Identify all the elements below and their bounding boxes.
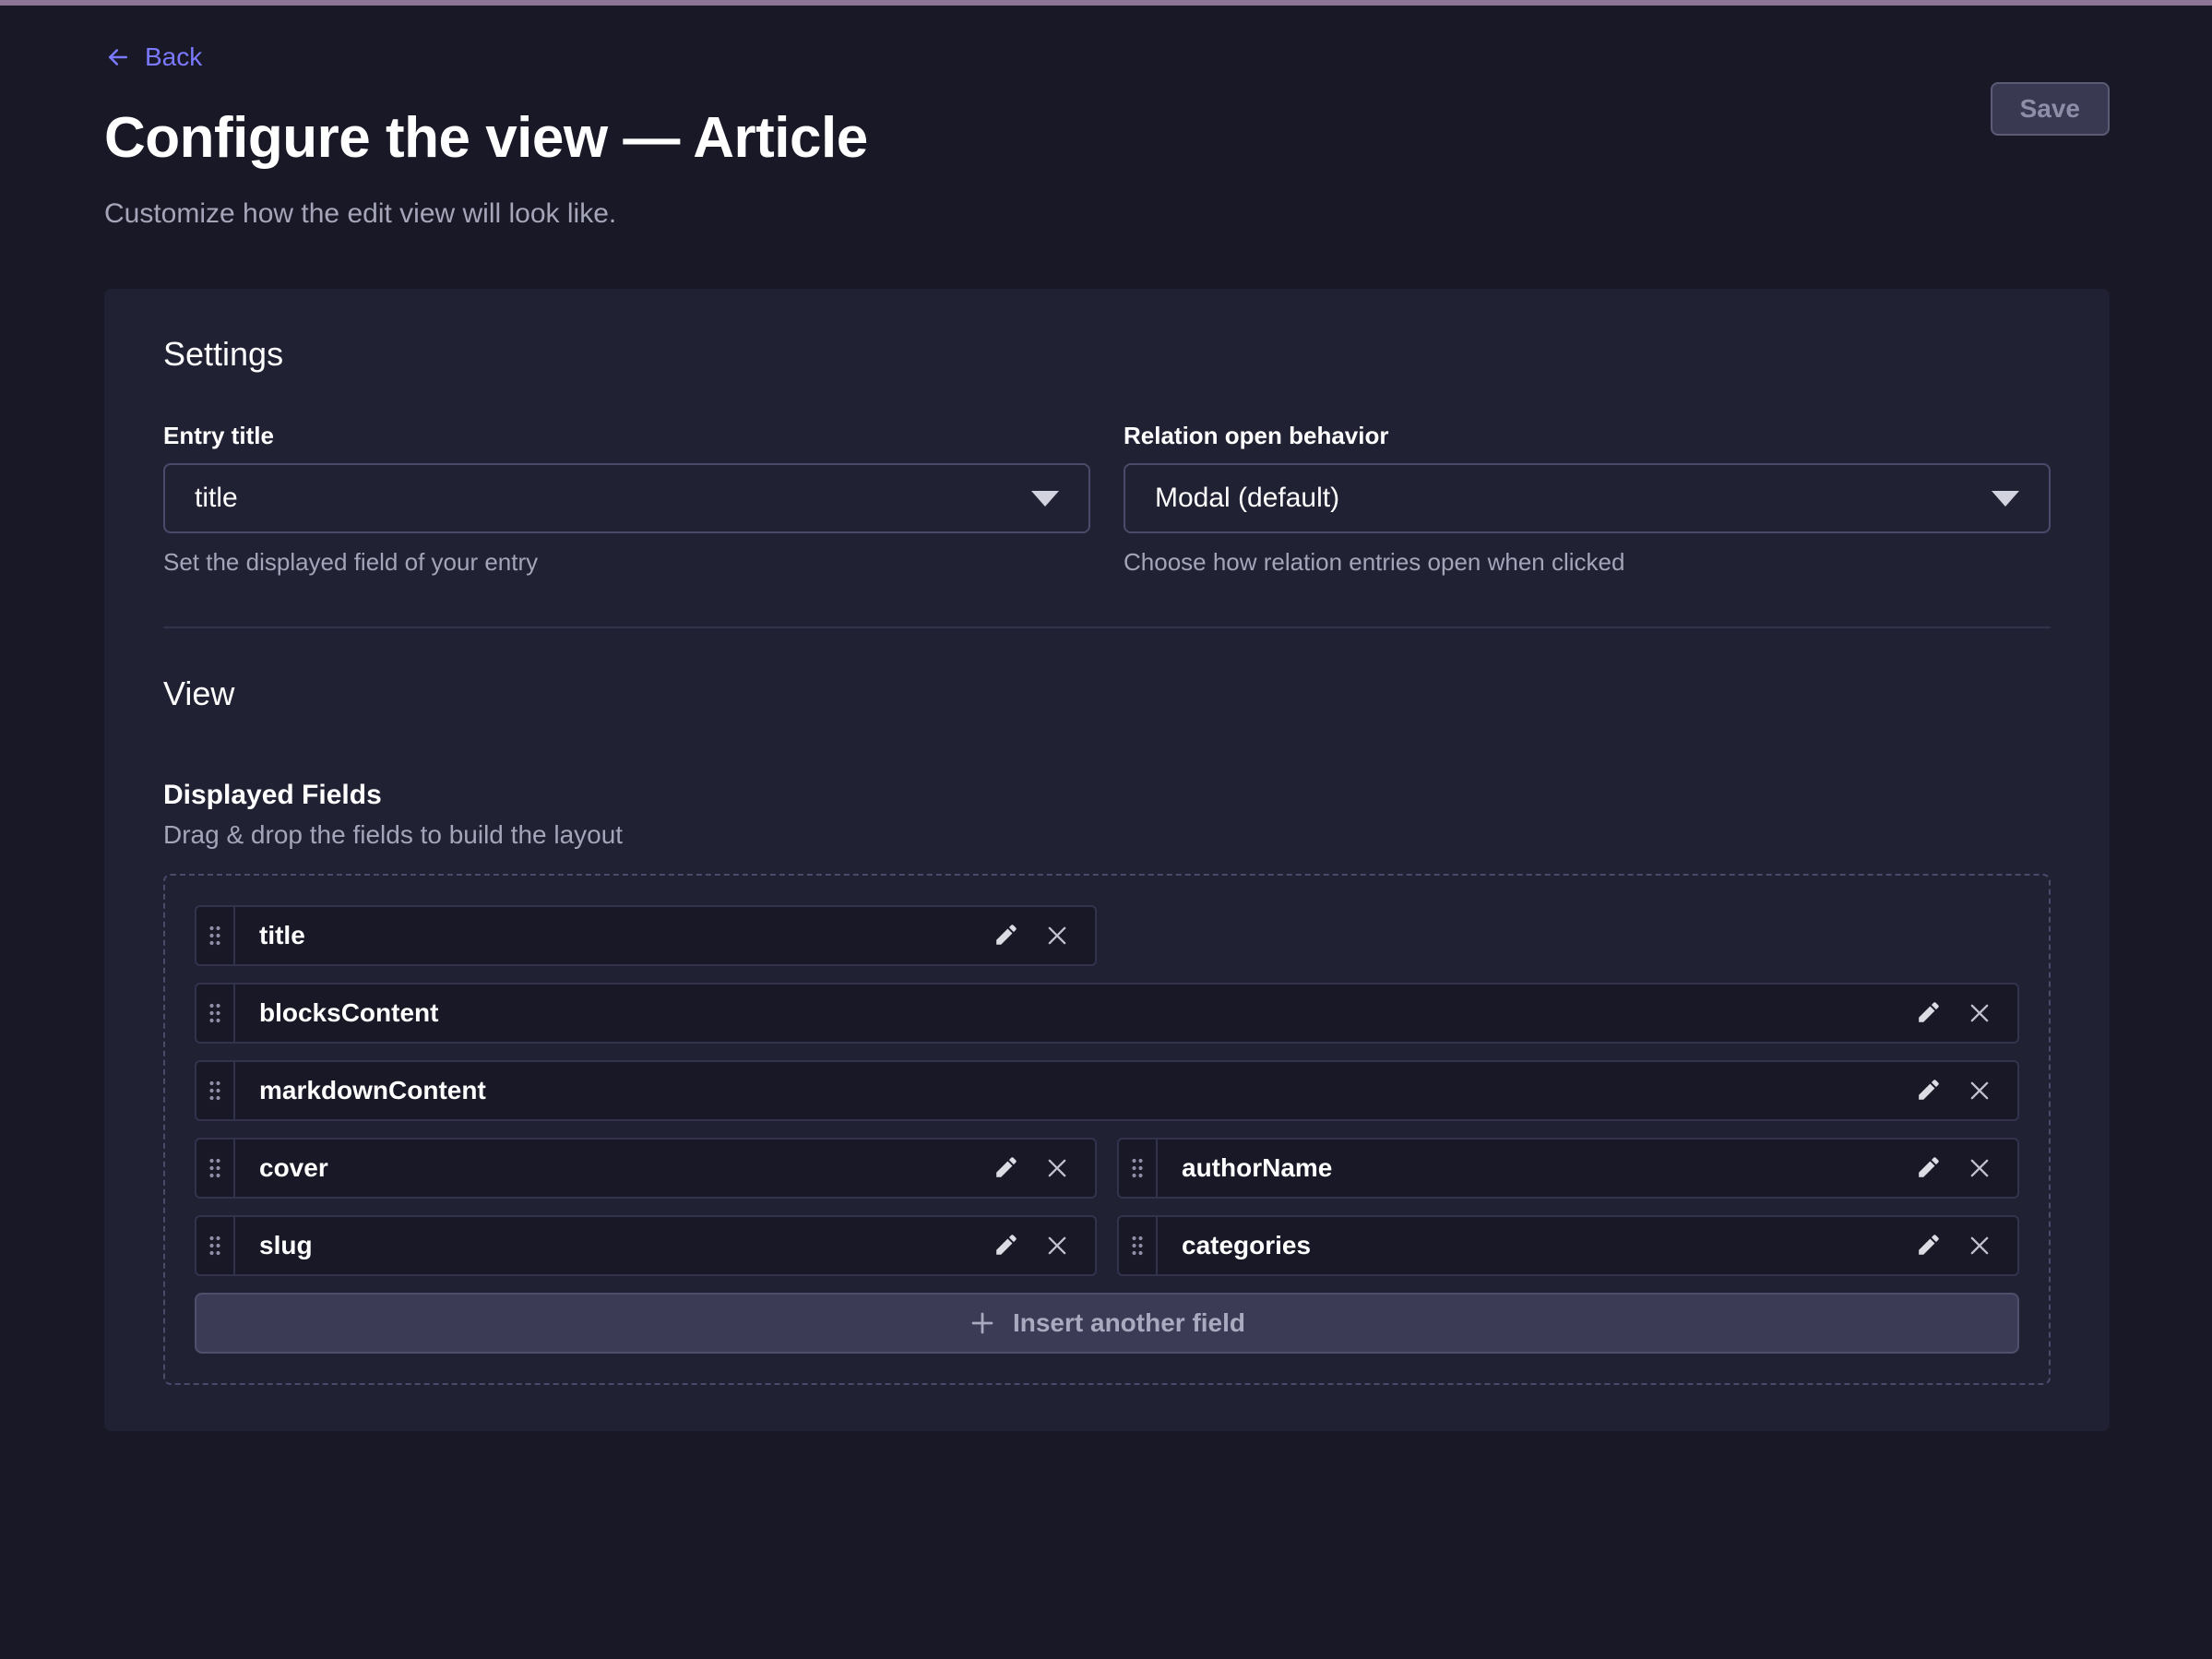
fields-row-4: cover — [195, 1138, 2019, 1199]
back-arrow-icon — [104, 43, 132, 71]
field-chip-actions — [1907, 985, 2017, 1042]
remove-x-icon — [1967, 1233, 1992, 1259]
relation-behavior-select-value: Modal (default) — [1155, 483, 1339, 514]
field-chip-authorName[interactable]: authorName — [1117, 1138, 2019, 1199]
field-chip-label: slug — [235, 1231, 313, 1260]
drag-handle-icon — [208, 1156, 222, 1180]
remove-field-button[interactable] — [1958, 1147, 2001, 1189]
relation-behavior-select[interactable]: Modal (default) — [1124, 463, 2051, 533]
field-chip-label: categories — [1158, 1231, 1311, 1260]
field-chip-label: cover — [235, 1153, 328, 1183]
remove-field-button[interactable] — [1958, 1069, 2001, 1112]
field-chip-label: markdownContent — [235, 1076, 486, 1105]
relation-behavior-group: Relation open behavior Modal (default) C… — [1124, 422, 2051, 577]
drag-handle-icon — [208, 1234, 222, 1258]
drag-handle[interactable] — [196, 1140, 235, 1197]
page-title: Configure the view — Article — [104, 105, 2110, 171]
settings-heading: Settings — [163, 335, 2051, 374]
edit-pencil-icon — [1915, 1155, 1941, 1181]
edit-pencil-icon — [1915, 1233, 1941, 1259]
field-chip-blocksContent[interactable]: blocksContent — [195, 983, 2019, 1044]
drag-handle[interactable] — [1119, 1217, 1158, 1274]
fields-row-5: slug — [195, 1215, 2019, 1276]
back-link[interactable]: Back — [104, 42, 202, 72]
configuration-card: Settings Entry title title Set the displ… — [104, 289, 2110, 1431]
remove-x-icon — [1044, 923, 1070, 949]
field-chip-actions — [984, 1217, 1095, 1274]
edit-field-button[interactable] — [1907, 1069, 1949, 1112]
field-chip-categories[interactable]: categories — [1117, 1215, 2019, 1276]
back-label: Back — [145, 42, 202, 72]
edit-field-button[interactable] — [984, 1224, 1027, 1267]
drag-handle-icon — [208, 924, 222, 948]
fields-row-3: markdownContent — [195, 1060, 2019, 1121]
chevron-down-icon — [1031, 491, 1059, 507]
drag-handle-icon — [208, 1001, 222, 1025]
field-chip-actions — [984, 1140, 1095, 1197]
fields-row-2: blocksContent — [195, 983, 2019, 1044]
chevron-down-icon — [1992, 491, 2019, 507]
drag-handle[interactable] — [1119, 1140, 1158, 1197]
drag-handle[interactable] — [196, 1062, 235, 1119]
remove-field-button[interactable] — [1036, 1224, 1078, 1267]
entry-title-group: Entry title title Set the displayed fiel… — [163, 422, 1090, 577]
drag-handle[interactable] — [196, 1217, 235, 1274]
displayed-fields-title: Displayed Fields — [163, 780, 2051, 811]
displayed-fields-hint: Drag & drop the fields to build the layo… — [163, 820, 2051, 850]
remove-field-button[interactable] — [1958, 992, 2001, 1034]
edit-field-button[interactable] — [984, 1147, 1027, 1189]
page-subtitle: Customize how the edit view will look li… — [104, 198, 2110, 230]
edit-field-button[interactable] — [984, 914, 1027, 957]
relation-behavior-label: Relation open behavior — [1124, 422, 2051, 450]
field-chip-title[interactable]: title — [195, 905, 1097, 966]
remove-x-icon — [1967, 1155, 1992, 1181]
field-chip-label: authorName — [1158, 1153, 1332, 1183]
edit-pencil-icon — [993, 1233, 1018, 1259]
remove-x-icon — [1044, 1233, 1070, 1259]
edit-pencil-icon — [993, 923, 1018, 949]
remove-field-button[interactable] — [1036, 914, 1078, 957]
remove-field-button[interactable] — [1036, 1147, 1078, 1189]
edit-field-button[interactable] — [1907, 1224, 1949, 1267]
drag-handle-icon — [1130, 1156, 1145, 1180]
entry-title-hint: Set the displayed field of your entry — [163, 548, 1090, 577]
edit-field-button[interactable] — [1907, 992, 1949, 1034]
edit-pencil-icon — [1915, 1000, 1941, 1026]
entry-title-select-value: title — [195, 483, 238, 514]
remove-x-icon — [1044, 1155, 1070, 1181]
field-chip-actions — [1907, 1217, 2017, 1274]
field-chip-actions — [1907, 1140, 2017, 1197]
section-divider — [163, 627, 2051, 628]
drag-handle-icon — [1130, 1234, 1145, 1258]
field-chip-markdownContent[interactable]: markdownContent — [195, 1060, 2019, 1121]
displayed-fields-dropzone: title — [163, 874, 2051, 1385]
field-chip-actions — [984, 907, 1095, 964]
remove-field-button[interactable] — [1958, 1224, 2001, 1267]
edit-field-button[interactable] — [1907, 1147, 1949, 1189]
field-chip-slug[interactable]: slug — [195, 1215, 1097, 1276]
edit-pencil-icon — [1915, 1078, 1941, 1104]
save-button[interactable]: Save — [1991, 82, 2110, 136]
fields-row-1: title — [195, 905, 2019, 966]
displayed-fields-header: Displayed Fields Drag & drop the fields … — [163, 780, 2051, 850]
relation-behavior-hint: Choose how relation entries open when cl… — [1124, 548, 2051, 577]
view-heading: View — [163, 674, 2051, 713]
plus-icon — [969, 1309, 996, 1337]
drag-handle[interactable] — [196, 907, 235, 964]
entry-title-select[interactable]: title — [163, 463, 1090, 533]
drag-handle-icon — [208, 1079, 222, 1103]
insert-another-field-label: Insert another field — [1013, 1308, 1245, 1338]
insert-another-field-button[interactable]: Insert another field — [195, 1293, 2019, 1354]
field-chip-label: title — [235, 921, 305, 950]
field-chip-actions — [1907, 1062, 2017, 1119]
edit-pencil-icon — [993, 1155, 1018, 1181]
remove-x-icon — [1967, 1078, 1992, 1104]
entry-title-label: Entry title — [163, 422, 1090, 450]
settings-grid: Entry title title Set the displayed fiel… — [163, 422, 2051, 577]
drag-handle[interactable] — [196, 985, 235, 1042]
configure-view-page: Back Save Configure the view — Article C… — [0, 6, 2212, 1431]
remove-x-icon — [1967, 1000, 1992, 1026]
field-chip-cover[interactable]: cover — [195, 1138, 1097, 1199]
field-chip-label: blocksContent — [235, 998, 438, 1028]
